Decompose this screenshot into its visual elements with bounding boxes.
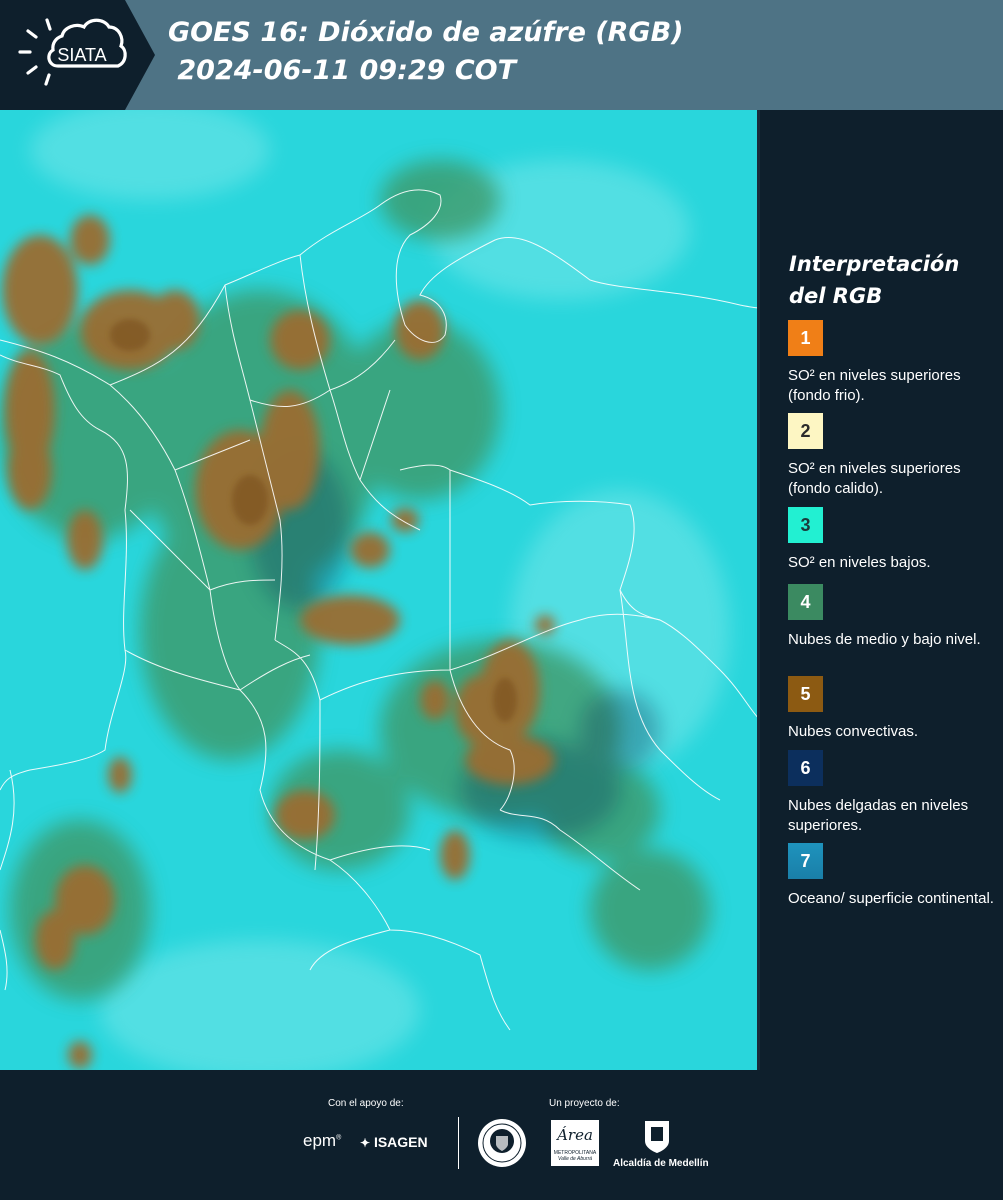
legend-item-4: 4 Nubes de medio y bajo nivel. bbox=[788, 584, 998, 650]
legend-text-1: SO² en niveles superiores (fondo frio). bbox=[788, 367, 961, 404]
satellite-map bbox=[0, 110, 760, 1070]
legend-text-5: Nubes convectivas. bbox=[788, 723, 919, 740]
project-label: Un proyecto de: bbox=[549, 1098, 620, 1109]
header-bar: SIATA GOES 16: Dióxido de azúfre (RGB) 2… bbox=[0, 0, 1003, 110]
legend-swatch-2: 2 bbox=[788, 413, 823, 449]
legend-text-6: Nubes delgadas en niveles superiores. bbox=[788, 797, 969, 834]
legend-text-7: Oceano/ superficie continental. bbox=[788, 890, 994, 907]
legend-item-3: 3 SO² en niveles bajos. bbox=[788, 507, 998, 573]
legend-swatch-3: 3 bbox=[788, 507, 823, 543]
legend-item-1: 1 SO² en niveles superiores (fondo frio)… bbox=[788, 320, 998, 406]
title-line-1: GOES 16: Dióxido de azúfre (RGB) bbox=[168, 17, 684, 48]
support-label: Con el apoyo de: bbox=[328, 1098, 404, 1109]
legend-text-2: SO² en niveles superiores (fondo calido)… bbox=[788, 460, 961, 497]
legend-item-5: 5 Nubes convectivas. bbox=[788, 676, 998, 742]
medellin-seal-icon bbox=[478, 1119, 526, 1167]
legend-item-7: 7 Oceano/ superficie continental. bbox=[788, 843, 998, 909]
legend-swatch-4: 4 bbox=[788, 584, 823, 620]
legend-panel: Interpretación del RGB 1 SO² en niveles … bbox=[760, 110, 1003, 1070]
legend-item-2: 2 SO² en niveles superiores (fondo calid… bbox=[788, 413, 998, 507]
isagen-mark-icon: ✦ bbox=[360, 1136, 371, 1150]
legend-text-3: SO² en niveles bajos. bbox=[788, 554, 931, 571]
title-line-2: 2024-06-11 09:29 COT bbox=[168, 55, 517, 86]
legend-text-4: Nubes de medio y bajo nivel. bbox=[788, 631, 981, 648]
area-metropolitana-logo: Área METROPOLITANA Valle de Aburrá bbox=[551, 1120, 599, 1166]
alcaldia-label: Alcaldía de Medellín bbox=[613, 1158, 709, 1169]
siata-logo: SIATA bbox=[0, 0, 155, 110]
legend-swatch-1: 1 bbox=[788, 320, 823, 356]
footer-divider bbox=[458, 1117, 459, 1169]
legend-title: Interpretación del RGB bbox=[789, 252, 960, 308]
legend-swatch-5: 5 bbox=[788, 676, 823, 712]
legend-swatch-7: 7 bbox=[788, 843, 823, 879]
legend-item-6: 6 Nubes delgadas en niveles superiores. bbox=[788, 750, 998, 836]
footer: Con el apoyo de: Un proyecto de: epm® ✦ … bbox=[0, 1070, 1003, 1200]
epm-logo: epm® bbox=[303, 1131, 342, 1150]
page-title: GOES 16: Dióxido de azúfre (RGB) 2024-06… bbox=[168, 14, 684, 90]
isagen-logo: ✦ ISAGEN bbox=[360, 1134, 428, 1150]
alcaldia-shield-icon bbox=[645, 1121, 669, 1153]
legend-swatch-6: 6 bbox=[788, 750, 823, 786]
siata-wordmark: SIATA bbox=[57, 45, 106, 65]
